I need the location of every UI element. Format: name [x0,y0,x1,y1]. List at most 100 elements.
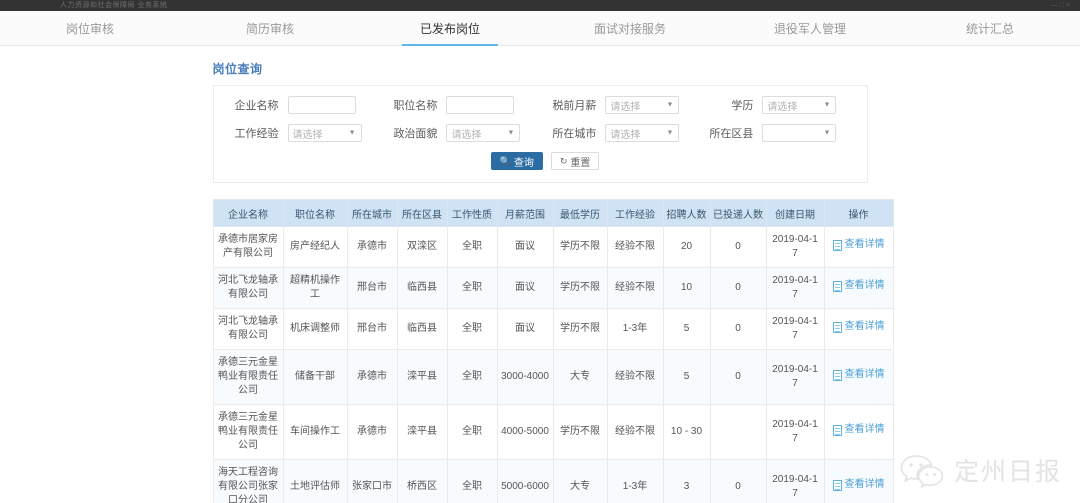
cell-city: 承德市 [346,404,398,460]
window-controls[interactable]: — □ × [1051,2,1080,9]
company-name-input[interactable] [287,96,356,114]
cell-district: 滦平县 [396,349,448,405]
jobs-table: 企业名称 职位名称 所在城市 所在区县 工作性质 月薪范围 最低学历 工作经验 … [212,199,894,503]
salary-select-value: 请选择 [610,101,641,113]
field-company-name: 企业名称 [226,96,385,114]
cell-hire-count: 10 - 30 [662,404,711,460]
table-row: 河北飞龙轴承有限公司 超精机操作工 邢台市 临西县 全职 面议 学历不限 经验不限 10 0 201… [212,267,894,309]
cell-nature: 全职 [446,226,498,268]
document-icon [832,424,842,436]
cell-nature: 全职 [446,404,498,460]
cell-applied-count [709,404,767,460]
tab-published-jobs[interactable]: 已发布岗位 [360,11,540,45]
search-button[interactable]: 🔍 查询 [490,152,543,170]
company-name-label: 企业名称 [234,100,279,112]
salary-label: 税前月薪 [552,100,597,112]
cell-created: 2019-04-17 [765,226,825,268]
field-city: 所在城市 请选择 ▼ [543,124,700,142]
chevron-down-icon: ▼ [507,129,515,137]
chevron-down-icon: ▼ [823,129,831,137]
cell-salary: 面议 [496,308,554,350]
view-detail-label: 查看详情 [844,369,885,381]
cell-experience: 经验不限 [606,267,664,309]
table-head: 企业名称 职位名称 所在城市 所在区县 工作性质 月薪范围 最低学历 工作经验 … [212,199,894,227]
field-position-name: 职位名称 [384,96,543,114]
cell-education: 学历不限 [552,226,608,268]
view-detail-link[interactable]: 查看详情 [832,279,885,293]
cell-experience: 经验不限 [606,226,664,268]
chevron-down-icon: ▼ [666,101,674,109]
tab-interview-service[interactable]: 面试对接服务 [540,11,720,45]
political-status-select[interactable]: 请选择 ▼ [446,124,521,142]
cell-nature: 全职 [446,349,498,405]
political-status-label: 政治面貌 [393,128,438,140]
cell-hire-count: 20 [662,226,711,268]
political-status-select-value: 请选择 [451,129,482,141]
city-label: 所在城市 [552,128,597,140]
cell-position: 车间操作工 [282,404,348,460]
cell-applied-count: 0 [709,349,767,405]
tab-veteran-management[interactable]: 退役军人管理 [720,11,900,45]
cell-action: 查看详情 [823,267,894,309]
form-row-1: 企业名称 职位名称 税前月薪 请选择 ▼ 学历 请选择 ▼ [226,96,855,114]
field-district: 所在区县 ▼ [700,124,854,142]
col-salary: 月薪范围 [496,199,554,227]
cell-action: 查看详情 [823,404,894,460]
view-detail-link[interactable]: 查看详情 [832,478,885,492]
tab-resume-review[interactable]: 简历审核 [180,11,360,45]
cell-district: 滦平县 [396,404,448,460]
cell-company: 承德三元金星鸭业有限责任公司 [212,404,284,460]
col-city: 所在城市 [346,199,398,227]
cell-salary: 4000-5000 [496,404,554,460]
main-navigation: 岗位审核 简历审核 已发布岗位 面试对接服务 退役军人管理 统计汇总 [0,11,1080,46]
city-select[interactable]: 请选择 ▼ [605,124,680,142]
document-icon [832,369,842,381]
view-detail-link[interactable]: 查看详情 [832,423,885,437]
cell-created: 2019-04-17 [765,349,825,405]
col-education: 最低学历 [552,199,608,227]
refresh-icon: ↻ [559,155,568,166]
table-row: 河北飞龙轴承有限公司 机床调整师 邢台市 临西县 全职 面议 学历不限 1-3年 5 0 2019-… [212,308,894,350]
cell-education: 学历不限 [552,267,608,309]
form-actions: 🔍 查询 ↻ 重置 [226,152,855,170]
chevron-down-icon: ▼ [666,129,674,137]
cell-position: 储备干部 [282,349,348,405]
cell-education: 大专 [552,349,608,405]
table-header-row: 企业名称 职位名称 所在城市 所在区县 工作性质 月薪范围 最低学历 工作经验 … [212,199,894,227]
experience-select[interactable]: 请选择 ▼ [287,124,362,142]
tab-statistics[interactable]: 统计汇总 [900,11,1080,45]
document-icon [832,321,842,333]
view-detail-link[interactable]: 查看详情 [832,320,885,334]
tab-label: 退役军人管理 [773,21,846,36]
cell-city: 邢台市 [346,267,398,309]
app-window: 人力资源和社会保障局 业务系统 — □ × 岗位审核 简历审核 已发布岗位 面试… [0,0,1080,503]
position-name-input[interactable] [446,96,515,114]
salary-select[interactable]: 请选择 ▼ [605,96,680,114]
field-experience: 工作经验 请选择 ▼ [226,124,385,142]
reset-button-label: 重置 [570,157,591,169]
tab-label: 岗位审核 [65,21,114,36]
district-select[interactable]: ▼ [762,124,837,142]
cell-hire-count: 10 [662,267,711,309]
cell-experience: 1-3年 [606,308,664,350]
reset-button[interactable]: ↻ 重置 [550,152,600,170]
cell-position: 机床调整师 [282,308,348,350]
cell-nature: 全职 [446,459,498,503]
cell-company: 海天工程咨询有限公司张家口分公司 [212,459,284,503]
tab-job-review[interactable]: 岗位审核 [0,11,180,45]
position-name-label: 职位名称 [393,100,438,112]
cell-district: 临西县 [396,267,448,309]
cell-city: 邢台市 [346,308,398,350]
cell-district: 临西县 [396,308,448,350]
col-nature: 工作性质 [446,199,498,227]
table-row: 海天工程咨询有限公司张家口分公司 土地评估师 张家口市 桥西区 全职 5000-6000 大… [212,459,894,503]
col-hire-count: 招聘人数 [662,199,711,227]
chevron-down-icon: ▼ [823,101,831,109]
view-detail-label: 查看详情 [844,424,885,436]
tab-label: 统计汇总 [965,21,1014,36]
table-row: 承德市居家房产有限公司 房产经纪人 承德市 双滦区 全职 面议 学历不限 经验不限 20 0 201… [212,226,894,268]
view-detail-link[interactable]: 查看详情 [832,238,885,252]
cell-action: 查看详情 [823,459,894,503]
view-detail-link[interactable]: 查看详情 [832,368,885,382]
education-select[interactable]: 请选择 ▼ [762,96,837,114]
